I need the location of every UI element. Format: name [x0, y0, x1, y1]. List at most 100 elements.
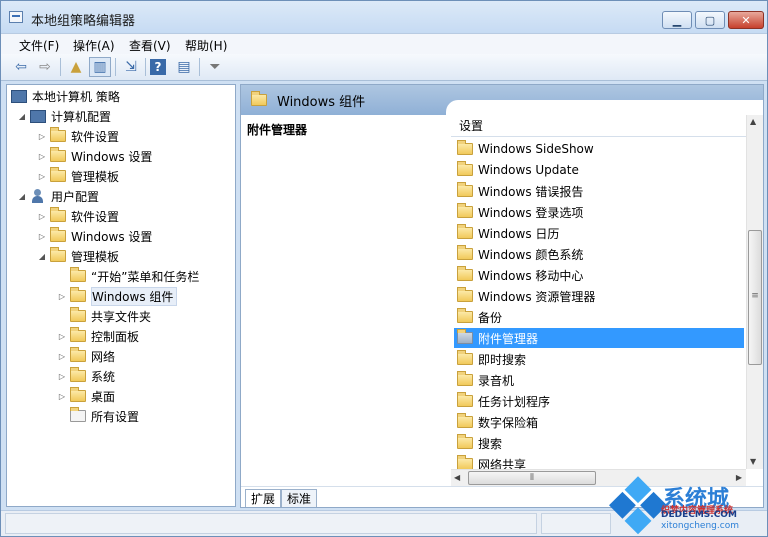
collapse-arrow-icon[interactable]: ▷	[37, 152, 47, 161]
folder-icon	[50, 147, 66, 162]
tree-node[interactable]: ▷ 系统	[57, 367, 115, 385]
close-button[interactable]: ✕	[728, 11, 764, 29]
maximize-icon: ▢	[704, 13, 716, 27]
tree-node[interactable]: ▷ 控制面板	[57, 327, 139, 345]
tree-node-windows-components[interactable]: ▷ Windows 组件	[57, 286, 178, 306]
tree-node[interactable]: ▷ 软件设置	[37, 127, 119, 145]
collapse-arrow-icon[interactable]: ▷	[57, 372, 67, 381]
watermark: 系统城 织梦内容管理系统 DEDECMS.COM xitongcheng.com	[609, 476, 767, 536]
menu-help[interactable]: 帮助(H)	[185, 37, 227, 54]
list-item[interactable]: Windows 颜色系统	[454, 244, 744, 264]
tab-extended[interactable]: 扩展	[245, 489, 282, 507]
status-panel	[5, 513, 537, 534]
folder-icon	[457, 371, 473, 386]
collapse-arrow-icon[interactable]: ▷	[57, 392, 67, 401]
list-item-label: 附件管理器	[478, 331, 539, 346]
scroll-left-icon[interactable]: ◀	[454, 473, 460, 482]
list-item[interactable]: 即时搜索	[454, 349, 744, 369]
list-item-selected[interactable]: 附件管理器	[454, 328, 744, 348]
list-item[interactable]: Windows 登录选项	[454, 202, 744, 222]
expand-arrow-icon[interactable]: ◢	[17, 192, 27, 201]
folder-icon	[457, 434, 473, 449]
tree-label: 计算机配置	[51, 109, 112, 124]
forward-arrow-icon[interactable]: ⇨	[34, 57, 56, 77]
list-item[interactable]: Windows 资源管理器	[454, 286, 744, 306]
list-item[interactable]: Windows 错误报告	[454, 181, 744, 201]
scroll-thumb[interactable]: ⦀	[468, 471, 596, 485]
list-item[interactable]: 数字保险箱	[454, 412, 744, 432]
list-item-label: Windows 日历	[478, 226, 560, 241]
back-arrow-icon[interactable]: ⇦	[10, 57, 32, 77]
list-item[interactable]: 搜索	[454, 433, 744, 453]
expand-arrow-icon[interactable]: ◢	[37, 252, 47, 261]
tree-label: 控制面板	[91, 329, 140, 344]
scroll-thumb[interactable]: ≡	[748, 230, 762, 365]
menu-bar: 文件(F) 操作(A) 查看(V) 帮助(H)	[1, 33, 767, 54]
tree-label: 管理模板	[71, 169, 120, 184]
scroll-down-icon[interactable]: ▼	[750, 457, 756, 466]
folder-icon	[457, 329, 473, 344]
list-item-label: Windows 移动中心	[478, 268, 584, 283]
app-icon	[9, 11, 23, 23]
tree-node[interactable]: ▷ Windows 设置	[37, 227, 152, 245]
collapse-arrow-icon[interactable]: ▷	[37, 172, 47, 181]
description-title: 附件管理器	[247, 123, 308, 137]
tab-standard[interactable]: 标准	[281, 489, 318, 507]
list-item[interactable]: Windows 日历	[454, 223, 744, 243]
toolbar: ⇦ ⇨ ▲ ▥ ⇲ ? ▤ ⏷	[1, 54, 767, 81]
scroll-up-icon[interactable]: ▲	[750, 117, 756, 126]
folder-icon	[457, 245, 473, 260]
tree-node[interactable]: ▷ Windows 设置	[37, 147, 152, 165]
folder-icon	[50, 247, 66, 262]
watermark-en: DEDECMS.COM	[661, 510, 737, 520]
tree-pane[interactable]: 本地计算机 策略 ◢ 计算机配置 ▷ 软件设置 ▷ Windows 设置 ▷ 管理模板 …	[6, 84, 236, 507]
list-item[interactable]: Windows 移动中心	[454, 265, 744, 285]
list-item[interactable]: 备份	[454, 307, 744, 327]
list-item[interactable]: Windows SideShow	[454, 139, 744, 159]
toolbar-separator	[199, 58, 200, 76]
show-hide-tree-icon[interactable]: ▥	[89, 57, 111, 77]
vertical-scrollbar[interactable]: ▲ ≡ ▼	[746, 115, 763, 469]
filter-icon[interactable]: ⏷	[204, 57, 226, 77]
maximize-button[interactable]: ▢	[695, 11, 725, 29]
tree-node[interactable]: ▷ 网络	[57, 347, 115, 365]
export-list-icon[interactable]: ⇲	[120, 57, 142, 77]
list-item[interactable]: 录音机	[454, 370, 744, 390]
collapse-arrow-icon[interactable]: ▷	[57, 292, 67, 301]
expand-arrow-icon[interactable]: ◢	[17, 112, 27, 121]
title-bar[interactable]: 本地组策略编辑器 ▁ ▢ ✕	[1, 1, 767, 33]
collapse-arrow-icon[interactable]: ▷	[57, 332, 67, 341]
list-item-label: 备份	[478, 310, 503, 325]
tree-node[interactable]: “开始”菜单和任务栏	[57, 267, 199, 285]
collapse-arrow-icon[interactable]: ▷	[37, 212, 47, 221]
collapse-arrow-icon[interactable]: ▷	[37, 132, 47, 141]
folder-icon	[457, 413, 473, 428]
list-item-label: 任务计划程序	[478, 394, 551, 409]
up-folder-icon[interactable]: ▲	[65, 57, 87, 77]
list-item[interactable]: Windows Update	[454, 160, 744, 180]
tree-node-computer-config[interactable]: ◢ 计算机配置	[17, 107, 111, 125]
collapse-arrow-icon[interactable]: ▷	[37, 232, 47, 241]
tree-node[interactable]: ▷ 软件设置	[37, 207, 119, 225]
menu-action[interactable]: 操作(A)	[73, 37, 115, 54]
list-item[interactable]: 任务计划程序	[454, 391, 744, 411]
tree-node-root[interactable]: 本地计算机 策略	[11, 87, 120, 105]
tree-node[interactable]: ◢ 管理模板	[37, 247, 119, 265]
settings-list[interactable]: 设置 Windows SideShow Windows Update Windo…	[451, 115, 746, 485]
tree-node[interactable]: ▷ 桌面	[57, 387, 115, 405]
column-header-setting[interactable]: 设置	[451, 115, 746, 137]
help-icon[interactable]: ?	[150, 59, 166, 75]
properties-icon[interactable]: ▤	[173, 57, 195, 77]
folder-icon	[457, 182, 473, 197]
menu-view[interactable]: 查看(V)	[129, 37, 171, 54]
tree-label: 系统	[91, 369, 116, 384]
list-item-label: Windows 错误报告	[478, 184, 584, 199]
tree-node-user-config[interactable]: ◢ 用户配置	[17, 187, 99, 205]
tree-node[interactable]: 共享文件夹	[57, 307, 151, 325]
minimize-button[interactable]: ▁	[662, 11, 692, 29]
tree-node[interactable]: ▷ 管理模板	[37, 167, 119, 185]
tree-node[interactable]: 所有设置	[57, 407, 139, 425]
menu-file[interactable]: 文件(F)	[19, 37, 59, 54]
folder-icon	[457, 308, 473, 323]
collapse-arrow-icon[interactable]: ▷	[57, 352, 67, 361]
